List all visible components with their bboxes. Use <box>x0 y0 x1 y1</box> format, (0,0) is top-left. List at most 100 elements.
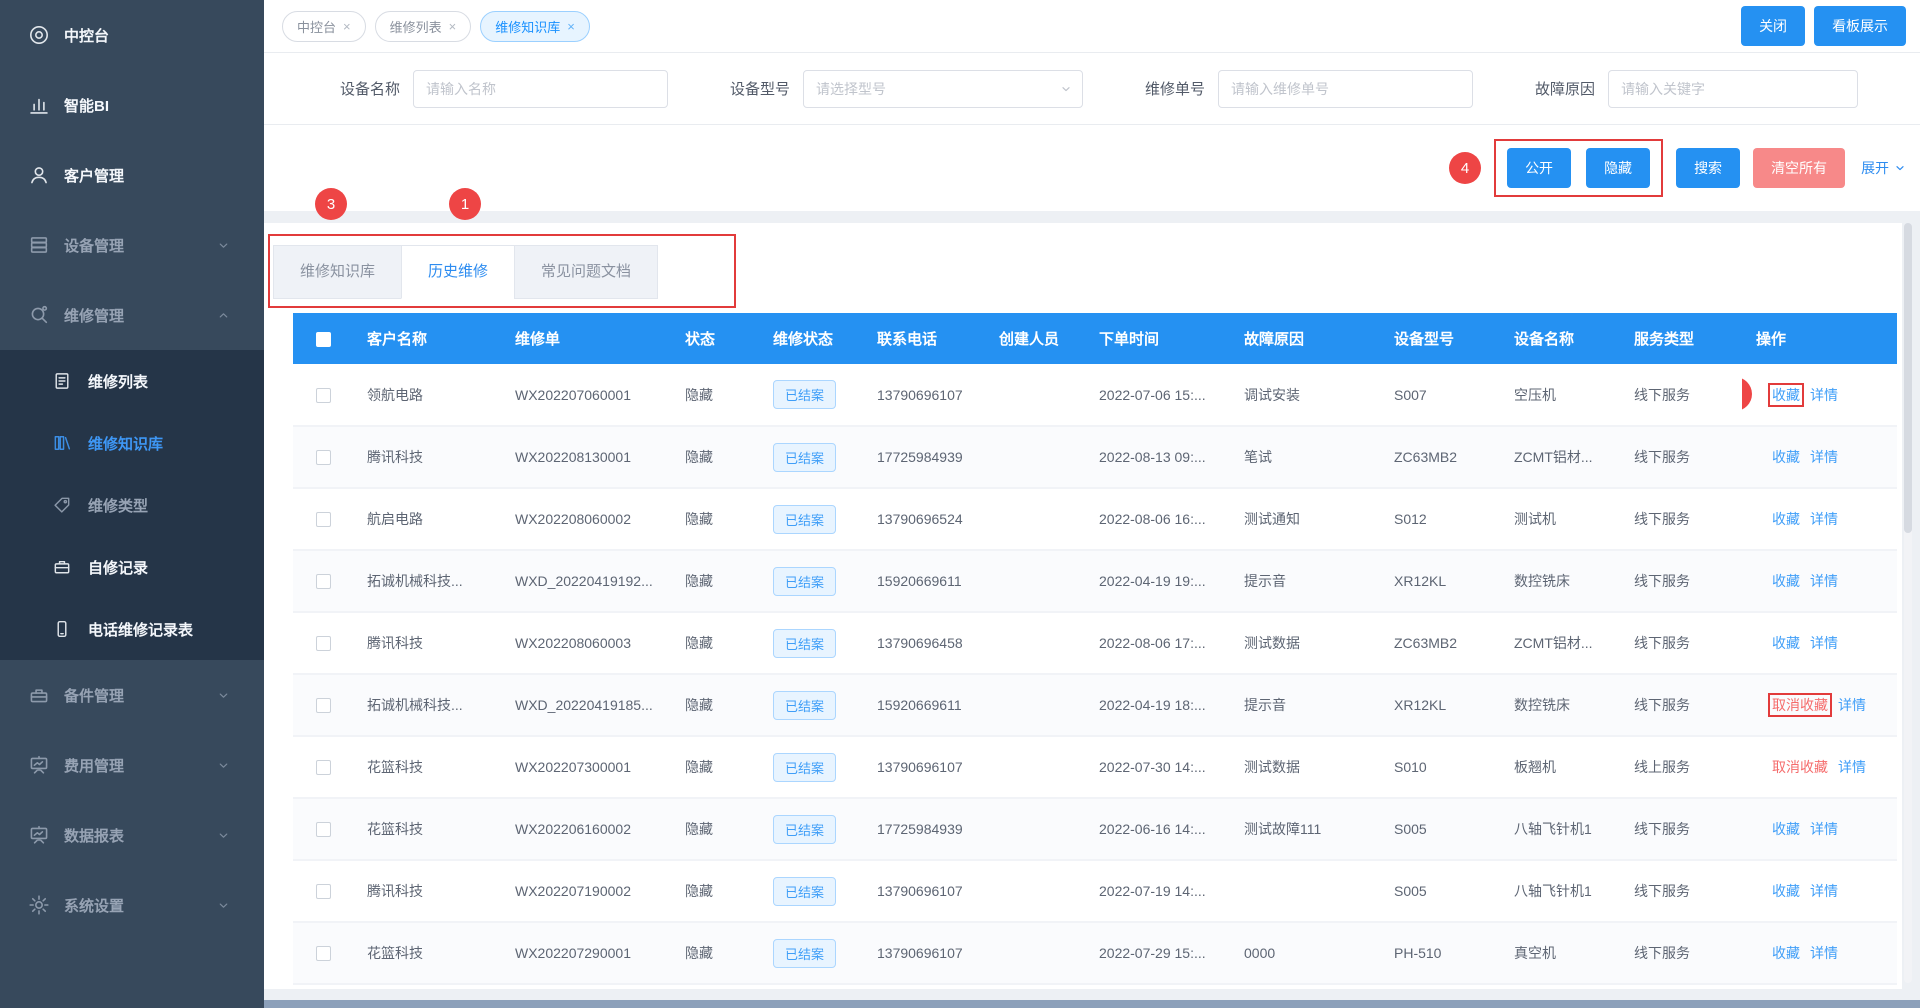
close-icon[interactable]: × <box>343 19 351 34</box>
page-tag-repair-list[interactable]: 维修列表× <box>375 11 472 42</box>
public-button[interactable]: 公开 <box>1507 148 1571 188</box>
close-page-button[interactable]: 关闭 <box>1741 6 1805 46</box>
col-header-phone: 联系电话 <box>863 313 985 364</box>
row-checkbox[interactable] <box>316 574 331 589</box>
detail-link[interactable]: 详情 <box>1810 883 1838 899</box>
horizontal-scrollbar[interactable] <box>264 1000 1920 1008</box>
table-row: 腾讯科技 WX202208130001 隐藏 已结案 17725984939 2… <box>293 426 1897 488</box>
sidebar-item-settings[interactable]: 系统设置 <box>0 870 264 940</box>
detail-link[interactable]: 详情 <box>1810 945 1838 961</box>
favorite-link[interactable]: 收藏 <box>1772 945 1800 961</box>
detail-link[interactable]: 详情 <box>1838 759 1866 775</box>
workspace: 维修知识库 历史维修 常见问题文档 客户名称 维修单 状态 <box>264 211 1920 1000</box>
annotation-box-public-hide: 公开 隐藏 <box>1494 139 1663 197</box>
console-icon <box>28 24 50 46</box>
sidebar-item-knowledge-base[interactable]: 维修知识库 <box>0 412 264 474</box>
phone-icon <box>52 619 72 639</box>
repair-table: 客户名称 维修单 状态 维修状态 联系电话 创建人员 下单时间 故障原因 设备型… <box>293 313 1897 985</box>
vertical-scrollbar[interactable] <box>1904 223 1912 983</box>
sidebar-item-repair-list[interactable]: 维修列表 <box>0 350 264 412</box>
sidebar-item-customer[interactable]: 客户管理 <box>0 140 264 210</box>
table-row: 拓诚机械科技... WXD_20220419192... 隐藏 已结案 1592… <box>293 550 1897 612</box>
detail-link[interactable]: 详情 <box>1810 635 1838 651</box>
favorite-link[interactable]: 收藏 <box>1772 821 1800 837</box>
sidebar-item-label: 维修类型 <box>88 495 148 516</box>
col-header-repair-status: 维修状态 <box>759 313 863 364</box>
row-checkbox[interactable] <box>316 450 331 465</box>
col-header-ops: 操作 <box>1742 313 1897 364</box>
chevron-down-icon <box>217 689 230 702</box>
clear-all-button[interactable]: 清空所有 <box>1753 148 1845 188</box>
scrollbar-thumb[interactable] <box>1904 223 1912 533</box>
board-display-button[interactable]: 看板展示 <box>1814 6 1906 46</box>
row-checkbox[interactable] <box>316 760 331 775</box>
sidebar-item-self-repair[interactable]: 自修记录 <box>0 536 264 598</box>
table-row: 领航电路 WX202207060001 隐藏 已结案 13790696107 2… <box>293 364 1897 426</box>
sidebar-item-report[interactable]: 数据报表 <box>0 800 264 870</box>
detail-link[interactable]: 详情 <box>1810 387 1838 403</box>
row-checkbox[interactable] <box>316 636 331 651</box>
favorite-link[interactable]: 收藏 <box>1772 449 1800 465</box>
favorite-link[interactable]: 收藏 <box>1772 635 1800 651</box>
row-checkbox[interactable] <box>316 946 331 961</box>
status-badge: 已结案 <box>773 443 836 472</box>
sidebar-item-repair-type[interactable]: 维修类型 <box>0 474 264 536</box>
sidebar-item-repair[interactable]: 维修管理 <box>0 280 264 350</box>
tab-history-repair[interactable]: 历史维修 <box>401 245 515 299</box>
expand-link[interactable]: 展开 <box>1861 158 1906 178</box>
sidebar-item-label: 数据报表 <box>64 825 124 846</box>
annotation-circle-4: 4 <box>1449 152 1481 184</box>
page-tag-knowledge-base[interactable]: 维修知识库× <box>480 11 590 42</box>
sidebar-item-label: 自修记录 <box>88 557 148 578</box>
unfavorite-link[interactable]: 取消收藏 <box>1772 759 1828 775</box>
sidebar-item-console[interactable]: 中控台 <box>0 0 264 70</box>
table-row: 腾讯科技 WX202207190002 隐藏 已结案 13790696107 2… <box>293 860 1897 922</box>
status-badge: 已结案 <box>773 505 836 534</box>
status-badge: 已结案 <box>773 877 836 906</box>
sidebar-item-parts[interactable]: 备件管理 <box>0 660 264 730</box>
row-checkbox[interactable] <box>316 698 331 713</box>
col-header-fault: 故障原因 <box>1230 313 1380 364</box>
favorite-link[interactable]: 收藏 <box>1772 511 1800 527</box>
sidebar-item-fee[interactable]: 费用管理 <box>0 730 264 800</box>
row-checkbox[interactable] <box>316 884 331 899</box>
chevron-down-icon <box>217 239 230 252</box>
order-no-input[interactable] <box>1218 70 1473 108</box>
tabs: 维修知识库 历史维修 常见问题文档 <box>273 245 1902 299</box>
detail-link[interactable]: 详情 <box>1810 573 1838 589</box>
detail-link[interactable]: 详情 <box>1810 821 1838 837</box>
close-icon[interactable]: × <box>567 19 575 34</box>
sidebar-item-label: 维修列表 <box>88 371 148 392</box>
close-icon[interactable]: × <box>449 19 457 34</box>
col-header-customer: 客户名称 <box>353 313 501 364</box>
chevron-down-icon <box>1894 162 1906 174</box>
row-checkbox[interactable] <box>316 512 331 527</box>
hide-button[interactable]: 隐藏 <box>1586 148 1650 188</box>
favorite-link[interactable]: 收藏 <box>1772 387 1800 403</box>
sidebar-item-bi[interactable]: 智能BI <box>0 70 264 140</box>
sidebar-item-phone-repair-log[interactable]: 电话维修记录表 <box>0 598 264 660</box>
filter-device-model: 设备型号 <box>730 70 1083 108</box>
unfavorite-link[interactable]: 取消收藏 <box>1772 697 1828 713</box>
favorite-link[interactable]: 收藏 <box>1772 883 1800 899</box>
row-checkbox[interactable] <box>316 388 331 403</box>
tag-label: 中控台 <box>297 17 336 36</box>
sidebar-item-label: 备件管理 <box>64 685 124 706</box>
detail-link[interactable]: 详情 <box>1810 449 1838 465</box>
tab-faq-docs[interactable]: 常见问题文档 <box>514 245 658 299</box>
device-name-input[interactable] <box>413 70 668 108</box>
tab-knowledge-base[interactable]: 维修知识库 <box>273 245 402 299</box>
detail-link[interactable]: 详情 <box>1810 511 1838 527</box>
page-tag-console[interactable]: 中控台 × <box>282 11 366 42</box>
app-root: 中控台 智能BI 客户管理 设备管理 维修管理 维修列表 <box>0 0 1920 1008</box>
detail-link[interactable]: 详情 <box>1838 697 1866 713</box>
select-all-checkbox[interactable] <box>316 332 331 347</box>
row-checkbox[interactable] <box>316 822 331 837</box>
device-model-select[interactable] <box>803 70 1083 108</box>
sidebar-item-label: 设备管理 <box>64 235 124 256</box>
sidebar-item-device[interactable]: 设备管理 <box>0 210 264 280</box>
table-row: 腾讯科技 WX202208060003 隐藏 已结案 13790696458 2… <box>293 612 1897 674</box>
fault-input[interactable] <box>1608 70 1858 108</box>
favorite-link[interactable]: 收藏 <box>1772 573 1800 589</box>
search-button[interactable]: 搜索 <box>1676 148 1740 188</box>
